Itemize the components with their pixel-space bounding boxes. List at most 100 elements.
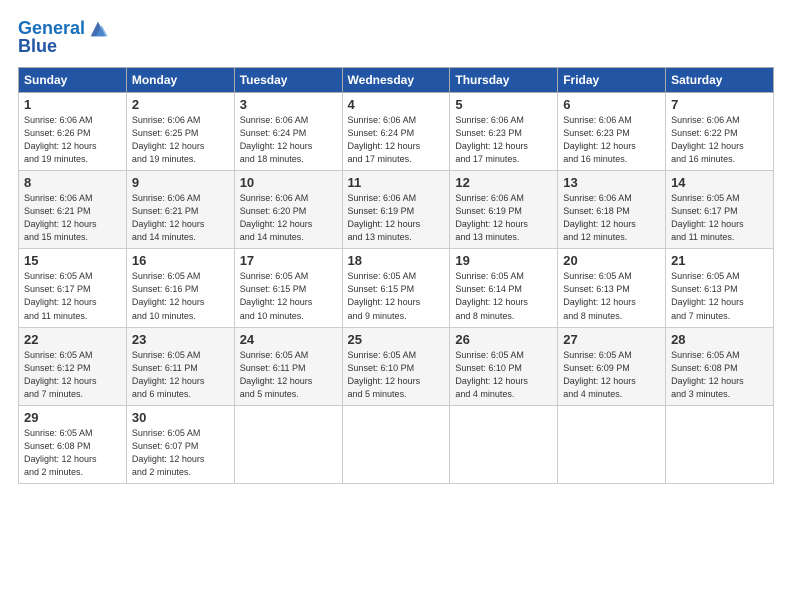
day-info: Sunrise: 6:05 AM Sunset: 6:07 PM Dayligh… [132, 427, 229, 479]
week-row-5: 29 Sunrise: 6:05 AM Sunset: 6:08 PM Dayli… [19, 405, 774, 483]
day-number: 27 [563, 332, 660, 347]
day-number: 24 [240, 332, 337, 347]
day-info: Sunrise: 6:05 AM Sunset: 6:15 PM Dayligh… [348, 270, 445, 322]
day-info: Sunrise: 6:06 AM Sunset: 6:19 PM Dayligh… [348, 192, 445, 244]
calendar-body: 1 Sunrise: 6:06 AM Sunset: 6:26 PM Daylig… [19, 93, 774, 484]
day-info: Sunrise: 6:06 AM Sunset: 6:24 PM Dayligh… [348, 114, 445, 166]
day-cell: 24 Sunrise: 6:05 AM Sunset: 6:11 PM Dayli… [234, 327, 342, 405]
day-info: Sunrise: 6:05 AM Sunset: 6:14 PM Dayligh… [455, 270, 552, 322]
day-cell [558, 405, 666, 483]
day-cell: 27Sunrise: 6:05 AM Sunset: 6:09 PM Dayli… [558, 327, 666, 405]
day-number: 16 [132, 253, 229, 268]
day-cell [450, 405, 558, 483]
day-number: 26 [455, 332, 552, 347]
header-wednesday: Wednesday [342, 68, 450, 93]
day-number: 20 [563, 253, 660, 268]
day-cell: 10Sunrise: 6:06 AM Sunset: 6:20 PM Dayli… [234, 171, 342, 249]
day-info: Sunrise: 6:06 AM Sunset: 6:23 PM Dayligh… [455, 114, 552, 166]
day-number: 12 [455, 175, 552, 190]
day-number: 3 [240, 97, 337, 112]
day-cell: 25 Sunrise: 6:05 AM Sunset: 6:10 PM Dayli… [342, 327, 450, 405]
day-number: 25 [348, 332, 445, 347]
day-info: Sunrise: 6:05 AM Sunset: 6:08 PM Dayligh… [24, 427, 121, 479]
day-cell: 11 Sunrise: 6:06 AM Sunset: 6:19 PM Dayli… [342, 171, 450, 249]
day-number: 2 [132, 97, 229, 112]
day-number: 9 [132, 175, 229, 190]
day-number: 4 [348, 97, 445, 112]
day-cell: 19 Sunrise: 6:05 AM Sunset: 6:14 PM Dayli… [450, 249, 558, 327]
day-cell [342, 405, 450, 483]
day-number: 17 [240, 253, 337, 268]
day-number: 5 [455, 97, 552, 112]
day-cell: 4 Sunrise: 6:06 AM Sunset: 6:24 PM Daylig… [342, 93, 450, 171]
week-row-2: 8Sunrise: 6:06 AM Sunset: 6:21 PM Daylig… [19, 171, 774, 249]
day-number: 29 [24, 410, 121, 425]
day-number: 14 [671, 175, 768, 190]
day-cell: 28 Sunrise: 6:05 AM Sunset: 6:08 PM Dayli… [666, 327, 774, 405]
day-cell [234, 405, 342, 483]
day-cell: 14 Sunrise: 6:05 AM Sunset: 6:17 PM Dayli… [666, 171, 774, 249]
header-thursday: Thursday [450, 68, 558, 93]
day-cell: 6 Sunrise: 6:06 AM Sunset: 6:23 PM Daylig… [558, 93, 666, 171]
day-number: 18 [348, 253, 445, 268]
day-info: Sunrise: 6:05 AM Sunset: 6:11 PM Dayligh… [132, 349, 229, 401]
day-info: Sunrise: 6:05 AM Sunset: 6:10 PM Dayligh… [455, 349, 552, 401]
day-cell: 26 Sunrise: 6:05 AM Sunset: 6:10 PM Dayli… [450, 327, 558, 405]
day-info: Sunrise: 6:06 AM Sunset: 6:26 PM Dayligh… [24, 114, 121, 166]
day-cell: 7Sunrise: 6:06 AM Sunset: 6:22 PM Daylig… [666, 93, 774, 171]
day-info: Sunrise: 6:05 AM Sunset: 6:10 PM Dayligh… [348, 349, 445, 401]
day-number: 19 [455, 253, 552, 268]
header-friday: Friday [558, 68, 666, 93]
header-saturday: Saturday [666, 68, 774, 93]
day-cell: 20Sunrise: 6:05 AM Sunset: 6:13 PM Dayli… [558, 249, 666, 327]
week-row-1: 1 Sunrise: 6:06 AM Sunset: 6:26 PM Daylig… [19, 93, 774, 171]
day-number: 23 [132, 332, 229, 347]
day-cell: 5 Sunrise: 6:06 AM Sunset: 6:23 PM Daylig… [450, 93, 558, 171]
day-info: Sunrise: 6:06 AM Sunset: 6:21 PM Dayligh… [132, 192, 229, 244]
day-info: Sunrise: 6:06 AM Sunset: 6:25 PM Dayligh… [132, 114, 229, 166]
day-info: Sunrise: 6:05 AM Sunset: 6:08 PM Dayligh… [671, 349, 768, 401]
day-info: Sunrise: 6:06 AM Sunset: 6:19 PM Dayligh… [455, 192, 552, 244]
day-cell: 23 Sunrise: 6:05 AM Sunset: 6:11 PM Dayli… [126, 327, 234, 405]
day-number: 15 [24, 253, 121, 268]
day-cell: 15Sunrise: 6:05 AM Sunset: 6:17 PM Dayli… [19, 249, 127, 327]
day-info: Sunrise: 6:06 AM Sunset: 6:24 PM Dayligh… [240, 114, 337, 166]
calendar-table: SundayMondayTuesdayWednesdayThursdayFrid… [18, 67, 774, 484]
logo: General Blue [18, 18, 109, 57]
day-number: 13 [563, 175, 660, 190]
day-number: 28 [671, 332, 768, 347]
header: General Blue [18, 18, 774, 57]
day-number: 1 [24, 97, 121, 112]
day-cell [666, 405, 774, 483]
calendar-header: SundayMondayTuesdayWednesdayThursdayFrid… [19, 68, 774, 93]
day-cell: 17 Sunrise: 6:05 AM Sunset: 6:15 PM Dayli… [234, 249, 342, 327]
header-tuesday: Tuesday [234, 68, 342, 93]
day-info: Sunrise: 6:05 AM Sunset: 6:15 PM Dayligh… [240, 270, 337, 322]
header-monday: Monday [126, 68, 234, 93]
day-info: Sunrise: 6:06 AM Sunset: 6:20 PM Dayligh… [240, 192, 337, 244]
week-row-3: 15Sunrise: 6:05 AM Sunset: 6:17 PM Dayli… [19, 249, 774, 327]
header-row: SundayMondayTuesdayWednesdayThursdayFrid… [19, 68, 774, 93]
day-number: 22 [24, 332, 121, 347]
day-info: Sunrise: 6:05 AM Sunset: 6:11 PM Dayligh… [240, 349, 337, 401]
day-cell: 18 Sunrise: 6:05 AM Sunset: 6:15 PM Dayli… [342, 249, 450, 327]
day-info: Sunrise: 6:06 AM Sunset: 6:22 PM Dayligh… [671, 114, 768, 166]
day-info: Sunrise: 6:06 AM Sunset: 6:23 PM Dayligh… [563, 114, 660, 166]
day-number: 30 [132, 410, 229, 425]
day-number: 11 [348, 175, 445, 190]
day-cell: 1 Sunrise: 6:06 AM Sunset: 6:26 PM Daylig… [19, 93, 127, 171]
day-info: Sunrise: 6:05 AM Sunset: 6:12 PM Dayligh… [24, 349, 121, 401]
day-info: Sunrise: 6:05 AM Sunset: 6:16 PM Dayligh… [132, 270, 229, 322]
day-cell: 29 Sunrise: 6:05 AM Sunset: 6:08 PM Dayli… [19, 405, 127, 483]
day-number: 21 [671, 253, 768, 268]
day-info: Sunrise: 6:06 AM Sunset: 6:18 PM Dayligh… [563, 192, 660, 244]
day-cell: 21 Sunrise: 6:05 AM Sunset: 6:13 PM Dayli… [666, 249, 774, 327]
day-info: Sunrise: 6:05 AM Sunset: 6:17 PM Dayligh… [671, 192, 768, 244]
page: General Blue SundayMondayTuesdayWednesda… [0, 0, 792, 612]
day-cell: 12 Sunrise: 6:06 AM Sunset: 6:19 PM Dayli… [450, 171, 558, 249]
day-cell: 16 Sunrise: 6:05 AM Sunset: 6:16 PM Dayli… [126, 249, 234, 327]
day-info: Sunrise: 6:05 AM Sunset: 6:13 PM Dayligh… [671, 270, 768, 322]
day-number: 6 [563, 97, 660, 112]
day-cell: 8Sunrise: 6:06 AM Sunset: 6:21 PM Daylig… [19, 171, 127, 249]
day-info: Sunrise: 6:06 AM Sunset: 6:21 PM Dayligh… [24, 192, 121, 244]
